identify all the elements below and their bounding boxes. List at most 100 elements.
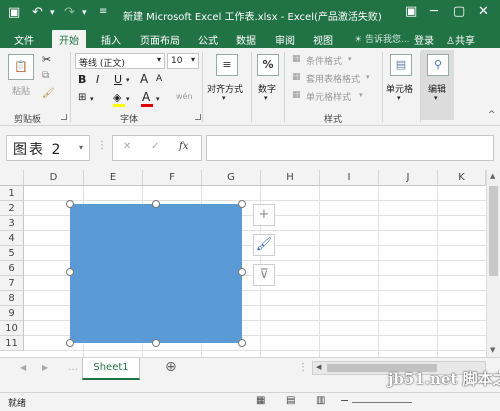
insert-function-icon[interactable]: fx (179, 141, 188, 152)
brush-icon[interactable]: 🖌 (253, 234, 275, 256)
scroll-up-icon[interactable]: ▲ (490, 172, 495, 180)
row-header[interactable]: 10 (0, 321, 24, 336)
alignment-icon[interactable]: ≡ (216, 54, 238, 76)
column-header[interactable]: E (84, 170, 143, 186)
row-header[interactable]: 8 (0, 291, 24, 306)
font-color-button[interactable]: A (142, 90, 150, 104)
add-sheet-icon[interactable]: ⊕ (165, 359, 177, 375)
tab-data[interactable]: 数据 (236, 32, 256, 47)
cancel-icon[interactable]: ✕ (123, 141, 131, 152)
share-button[interactable]: ♙共享 (446, 32, 475, 47)
row-header[interactable]: 2 (0, 201, 24, 216)
column-header[interactable]: F (143, 170, 202, 186)
paste-button[interactable]: 粘贴 (12, 84, 30, 97)
shrink-font-button[interactable]: A (156, 74, 162, 84)
customize-qat-icon[interactable]: ≡ (99, 6, 107, 17)
prev-sheet-icon[interactable]: ◀ (20, 363, 26, 372)
login-link[interactable]: 登录 (414, 32, 434, 47)
row-header[interactable]: 1 (0, 186, 24, 201)
tab-page-layout[interactable]: 页面布局 (140, 32, 180, 47)
fill-color-icon[interactable]: ◈ (113, 91, 121, 104)
format-as-table-button[interactable]: 套用表格格式 (306, 72, 360, 85)
row-header[interactable]: 6 (0, 261, 24, 276)
zoom-slider[interactable] (352, 402, 412, 403)
border-dropdown-icon[interactable]: ▾ (90, 95, 94, 103)
redo-icon[interactable]: ↷ (64, 5, 75, 20)
scroll-down-icon[interactable]: ▼ (490, 346, 495, 354)
tab-home[interactable]: 开始 (52, 30, 86, 48)
tab-insert[interactable]: 插入 (101, 32, 121, 47)
resize-handle[interactable] (66, 268, 74, 276)
italic-button[interactable]: I (96, 73, 99, 86)
resize-handle[interactable] (238, 268, 246, 276)
minimize-icon[interactable]: ─ (430, 4, 438, 19)
format-painter-icon[interactable]: 🖌 (42, 88, 55, 99)
page-break-view-icon[interactable]: ▥ (316, 395, 325, 406)
phonetic-icon[interactable]: wén (176, 92, 193, 101)
tab-view[interactable]: 视图 (313, 32, 333, 47)
scrollbar-thumb[interactable] (489, 186, 498, 276)
collapse-ribbon-icon[interactable]: ^ (488, 110, 496, 120)
plus-icon[interactable]: + (253, 204, 275, 226)
select-all-corner[interactable] (0, 170, 24, 186)
more-sheets-icon[interactable]: … (68, 362, 78, 373)
underline-dropdown-icon[interactable]: ▾ (126, 76, 130, 84)
fill-dropdown-icon[interactable]: ▾ (126, 95, 130, 103)
tab-review[interactable]: 审阅 (275, 32, 295, 47)
column-header[interactable]: H (261, 170, 320, 186)
clipboard-launcher-icon[interactable] (61, 114, 67, 120)
font-color-dropdown-icon[interactable]: ▾ (156, 95, 160, 103)
tab-file[interactable]: 文件 (14, 32, 34, 47)
copy-icon[interactable]: ⧉ (42, 70, 49, 81)
close-icon[interactable]: ✕ (478, 4, 489, 19)
tell-me-box[interactable]: ☀ 告诉我您... (354, 32, 410, 45)
column-header[interactable]: I (320, 170, 379, 186)
name-box[interactable]: 图表 2 ▾ (6, 135, 90, 161)
filter-icon[interactable]: ⊽ (253, 264, 275, 286)
resize-handle[interactable] (152, 339, 160, 347)
formula-input[interactable] (206, 135, 494, 161)
number-format-icon[interactable]: % (257, 54, 279, 76)
column-header[interactable]: D (24, 170, 84, 186)
cut-icon[interactable]: ✂ (42, 53, 51, 66)
tab-formulas[interactable]: 公式 (198, 32, 218, 47)
font-launcher-icon[interactable] (195, 114, 201, 120)
redo-dropdown-icon[interactable]: ▾ (82, 8, 87, 18)
resize-handle[interactable] (152, 200, 160, 208)
chart-object[interactable] (70, 204, 242, 343)
normal-view-icon[interactable]: ▦ (256, 395, 265, 406)
column-header[interactable]: J (379, 170, 438, 186)
enter-icon[interactable]: ✓ (151, 141, 159, 152)
row-header[interactable]: 3 (0, 216, 24, 231)
magnifier-icon[interactable]: ⚲ (427, 54, 449, 76)
row-header[interactable]: 7 (0, 276, 24, 291)
cell-styles-button[interactable]: 单元格样式 (306, 90, 351, 103)
page-layout-view-icon[interactable]: ▤ (286, 395, 295, 406)
resize-handle[interactable] (238, 200, 246, 208)
ribbon-display-icon[interactable]: ▣ (405, 4, 417, 19)
row-header[interactable]: 11 (0, 336, 24, 351)
resize-handle[interactable] (66, 200, 74, 208)
conditional-format-button[interactable]: 条件格式 (306, 54, 342, 67)
next-sheet-icon[interactable]: ▶ (42, 363, 48, 372)
row-header[interactable]: 5 (0, 246, 24, 261)
row-header[interactable]: 4 (0, 231, 24, 246)
paste-icon[interactable]: 📋 (8, 54, 34, 80)
bold-button[interactable]: B (78, 73, 86, 86)
undo-dropdown-icon[interactable]: ▾ (50, 8, 55, 18)
zoom-out-icon[interactable]: − (340, 394, 349, 407)
row-header[interactable]: 9 (0, 306, 24, 321)
resize-handle[interactable] (238, 339, 246, 347)
border-icon[interactable]: ⊞ (78, 92, 86, 103)
restore-icon[interactable]: ▢ (453, 4, 465, 19)
sheet-tab-sheet1[interactable]: Sheet1 (82, 358, 140, 380)
column-header[interactable]: K (438, 170, 486, 186)
cells-icon[interactable]: ▤ (390, 54, 412, 76)
underline-button[interactable]: U (114, 73, 122, 86)
vertical-scrollbar[interactable]: ▲ ▼ (486, 170, 500, 357)
scroll-left-icon[interactable]: ◀ (316, 363, 321, 371)
font-size-select[interactable]: 10 ▾ (167, 53, 199, 69)
column-header[interactable]: G (202, 170, 261, 186)
resize-handle[interactable] (66, 339, 74, 347)
undo-icon[interactable]: ↶ (32, 5, 43, 20)
